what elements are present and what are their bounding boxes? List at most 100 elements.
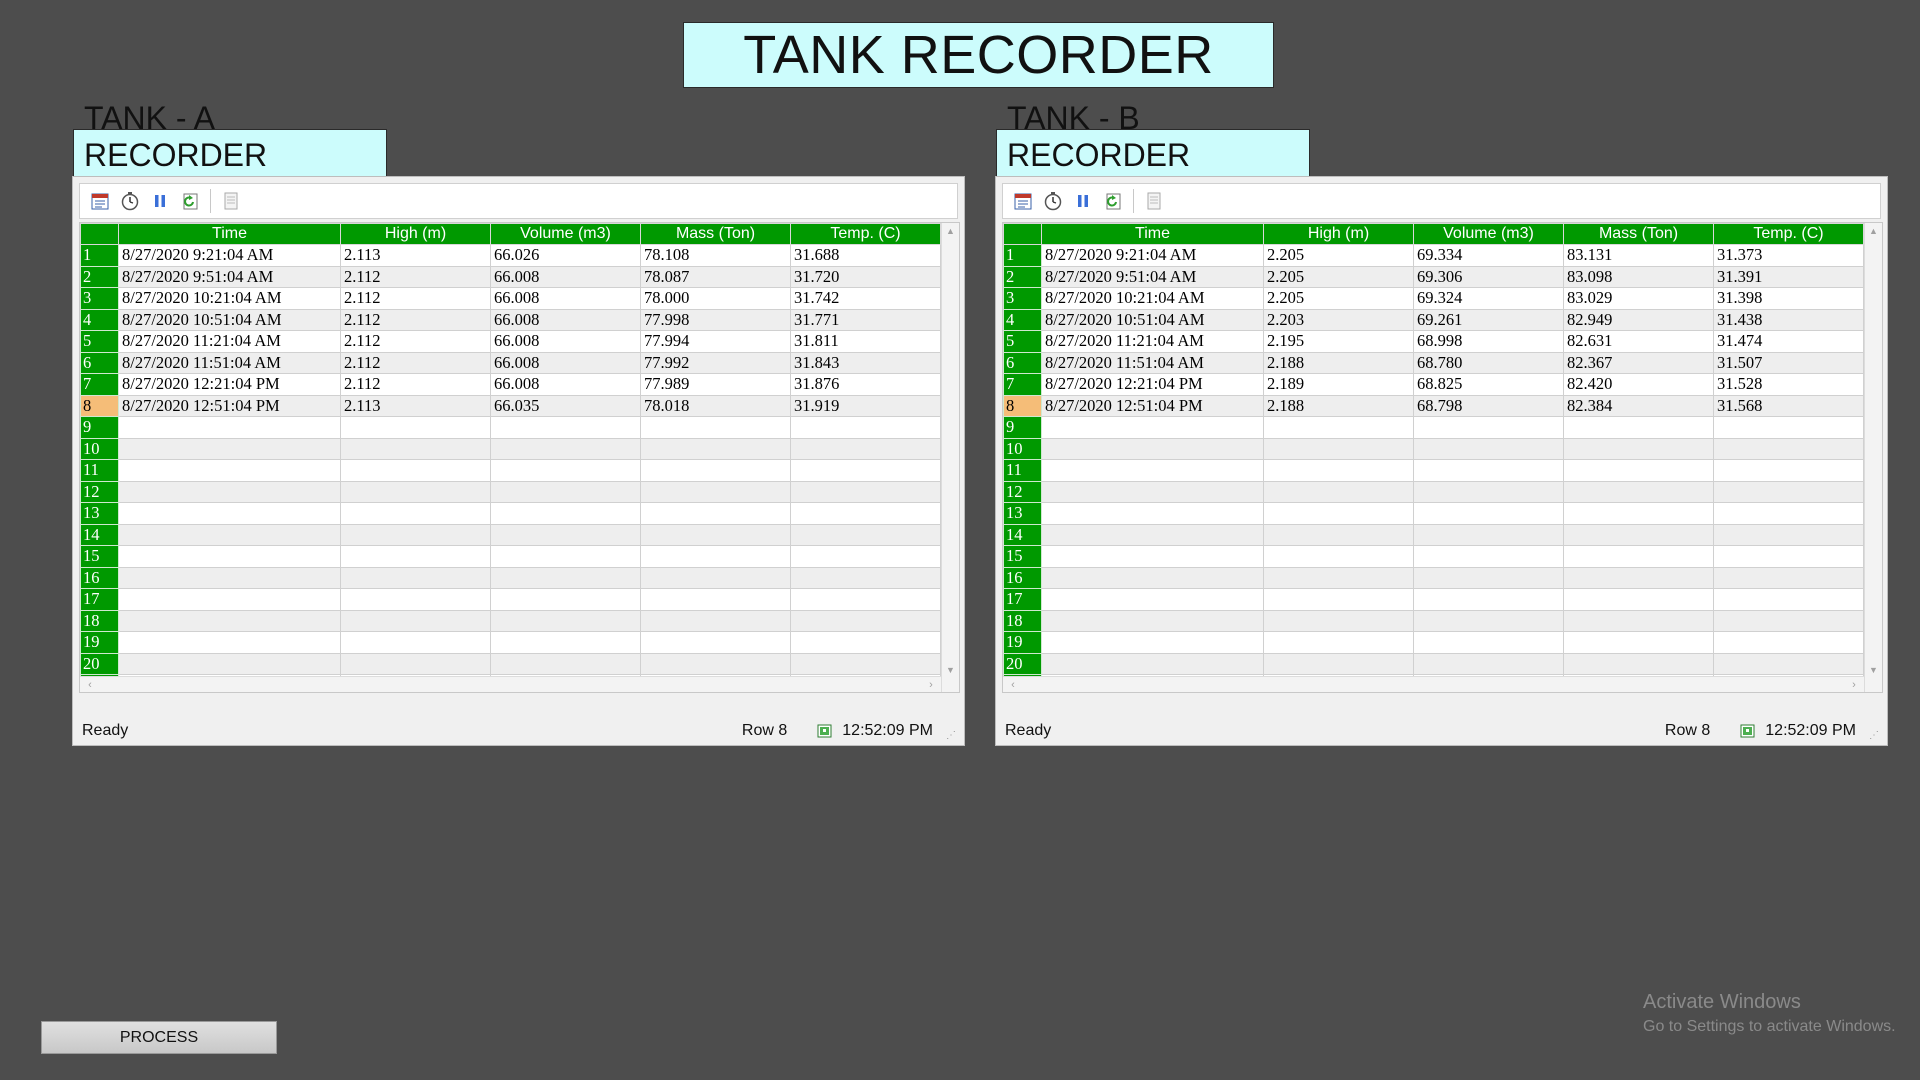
table-row[interactable]: 8 8/27/2020 12:51:04 PM 2.188 68.798 82.384 3… (1003, 394, 1864, 417)
cell-mass[interactable] (1563, 631, 1714, 654)
cell-temp[interactable] (790, 588, 941, 611)
cell-volume[interactable] (1413, 459, 1564, 482)
cell-high[interactable] (1263, 459, 1414, 482)
pause-icon[interactable] (150, 191, 170, 211)
cell-temp[interactable] (790, 566, 941, 589)
cell-high[interactable] (1263, 631, 1414, 654)
cell-temp[interactable] (1713, 459, 1864, 482)
row-number[interactable]: 19 (80, 631, 119, 654)
row-number[interactable]: 2 (1003, 265, 1042, 288)
cell-mass[interactable] (640, 609, 791, 632)
cell-temp[interactable] (1713, 588, 1864, 611)
data-grid[interactable]: Time High (m) Volume (m3) Mass (Ton) Tem… (1002, 222, 1883, 693)
cell-mass[interactable]: 82.384 (1563, 394, 1714, 417)
cell-volume[interactable] (1413, 609, 1564, 632)
cell-high[interactable]: 2.188 (1263, 394, 1414, 417)
cell-volume[interactable] (490, 416, 641, 439)
cell-time[interactable]: 8/27/2020 9:51:04 AM (1041, 265, 1264, 288)
cell-mass[interactable] (640, 437, 791, 460)
column-header-volume[interactable]: Volume (m3) (490, 223, 641, 245)
cell-time[interactable]: 8/27/2020 11:21:04 AM (1041, 330, 1264, 353)
row-number[interactable]: 6 (80, 351, 119, 374)
cell-time[interactable] (1041, 416, 1264, 439)
cell-temp[interactable] (1713, 545, 1864, 568)
row-number[interactable]: 3 (1003, 287, 1042, 310)
cell-time[interactable] (118, 459, 341, 482)
export-icon[interactable] (221, 191, 241, 211)
table-row[interactable]: 11 (1003, 459, 1864, 482)
cell-high[interactable]: 2.205 (1263, 244, 1414, 267)
cell-high[interactable] (340, 566, 491, 589)
row-number[interactable]: 3 (80, 287, 119, 310)
row-number[interactable]: 1 (1003, 244, 1042, 267)
cell-time[interactable]: 8/27/2020 12:51:04 PM (1041, 394, 1264, 417)
cell-volume[interactable] (490, 502, 641, 525)
cell-high[interactable] (1263, 480, 1414, 503)
timer-icon[interactable] (1043, 191, 1063, 211)
cell-volume[interactable] (490, 523, 641, 546)
cell-volume[interactable]: 66.008 (490, 351, 641, 374)
cell-high[interactable]: 2.112 (340, 351, 491, 374)
column-header-mass[interactable]: Mass (Ton) (1563, 223, 1714, 245)
cell-mass[interactable] (1563, 437, 1714, 460)
cell-high[interactable]: 2.112 (340, 330, 491, 353)
column-header-time[interactable]: Time (118, 223, 341, 245)
cell-volume[interactable]: 69.306 (1413, 265, 1564, 288)
cell-time[interactable] (1041, 652, 1264, 675)
cell-volume[interactable] (490, 588, 641, 611)
cell-mass[interactable] (1563, 416, 1714, 439)
row-number[interactable]: 5 (1003, 330, 1042, 353)
table-row[interactable]: 14 (1003, 523, 1864, 546)
cell-volume[interactable] (490, 609, 641, 632)
pause-icon[interactable] (1073, 191, 1093, 211)
cell-high[interactable] (340, 459, 491, 482)
data-grid[interactable]: Time High (m) Volume (m3) Mass (Ton) Tem… (79, 222, 960, 693)
cell-high[interactable] (1263, 416, 1414, 439)
row-number[interactable]: 9 (80, 416, 119, 439)
cell-mass[interactable]: 77.998 (640, 308, 791, 331)
row-number[interactable]: 4 (80, 308, 119, 331)
cell-mass[interactable] (640, 480, 791, 503)
row-number[interactable]: 7 (80, 373, 119, 396)
row-number[interactable]: 6 (1003, 351, 1042, 374)
horizontal-scrollbar[interactable]: ‹ › (1003, 676, 1864, 692)
cell-mass[interactable] (1563, 609, 1714, 632)
cell-temp[interactable]: 31.507 (1713, 351, 1864, 374)
cell-temp[interactable] (1713, 480, 1864, 503)
row-number[interactable]: 8 (80, 394, 119, 417)
table-row[interactable]: 2 8/27/2020 9:51:04 AM 2.205 69.306 83.098 31… (1003, 265, 1864, 288)
row-number[interactable]: 17 (80, 588, 119, 611)
cell-temp[interactable] (1713, 566, 1864, 589)
horizontal-scrollbar[interactable]: ‹ › (80, 676, 941, 692)
table-row[interactable]: 2 8/27/2020 9:51:04 AM 2.112 66.008 78.087 31… (80, 265, 941, 288)
row-number[interactable]: 5 (80, 330, 119, 353)
row-number[interactable]: 12 (80, 480, 119, 503)
cell-temp[interactable] (790, 437, 941, 460)
cell-volume[interactable]: 69.324 (1413, 287, 1564, 310)
cell-high[interactable] (340, 437, 491, 460)
cell-temp[interactable] (1713, 437, 1864, 460)
cell-volume[interactable] (1413, 502, 1564, 525)
cell-mass[interactable] (1563, 480, 1714, 503)
cell-time[interactable] (118, 631, 341, 654)
cell-mass[interactable]: 82.949 (1563, 308, 1714, 331)
cell-high[interactable] (340, 502, 491, 525)
cell-high[interactable] (1263, 523, 1414, 546)
cell-time[interactable]: 8/27/2020 9:51:04 AM (118, 265, 341, 288)
resize-grip-icon[interactable]: ⋰ (946, 730, 956, 741)
row-number[interactable]: 15 (80, 545, 119, 568)
cell-high[interactable] (340, 609, 491, 632)
cell-time[interactable] (118, 545, 341, 568)
cell-high[interactable] (340, 588, 491, 611)
table-row[interactable]: 4 8/27/2020 10:51:04 AM 2.112 66.008 77.998 3… (80, 308, 941, 331)
cell-time[interactable] (118, 566, 341, 589)
column-header-high[interactable]: High (m) (1263, 223, 1414, 245)
table-row[interactable]: 16 (1003, 566, 1864, 589)
table-row[interactable]: 6 8/27/2020 11:51:04 AM 2.188 68.780 82.367 3… (1003, 351, 1864, 374)
row-number[interactable]: 11 (80, 459, 119, 482)
table-row[interactable]: 1 8/27/2020 9:21:04 AM 2.113 66.026 78.108 31… (80, 244, 941, 267)
cell-high[interactable] (1263, 437, 1414, 460)
cell-temp[interactable]: 31.742 (790, 287, 941, 310)
cell-volume[interactable]: 66.008 (490, 308, 641, 331)
cell-time[interactable] (118, 609, 341, 632)
